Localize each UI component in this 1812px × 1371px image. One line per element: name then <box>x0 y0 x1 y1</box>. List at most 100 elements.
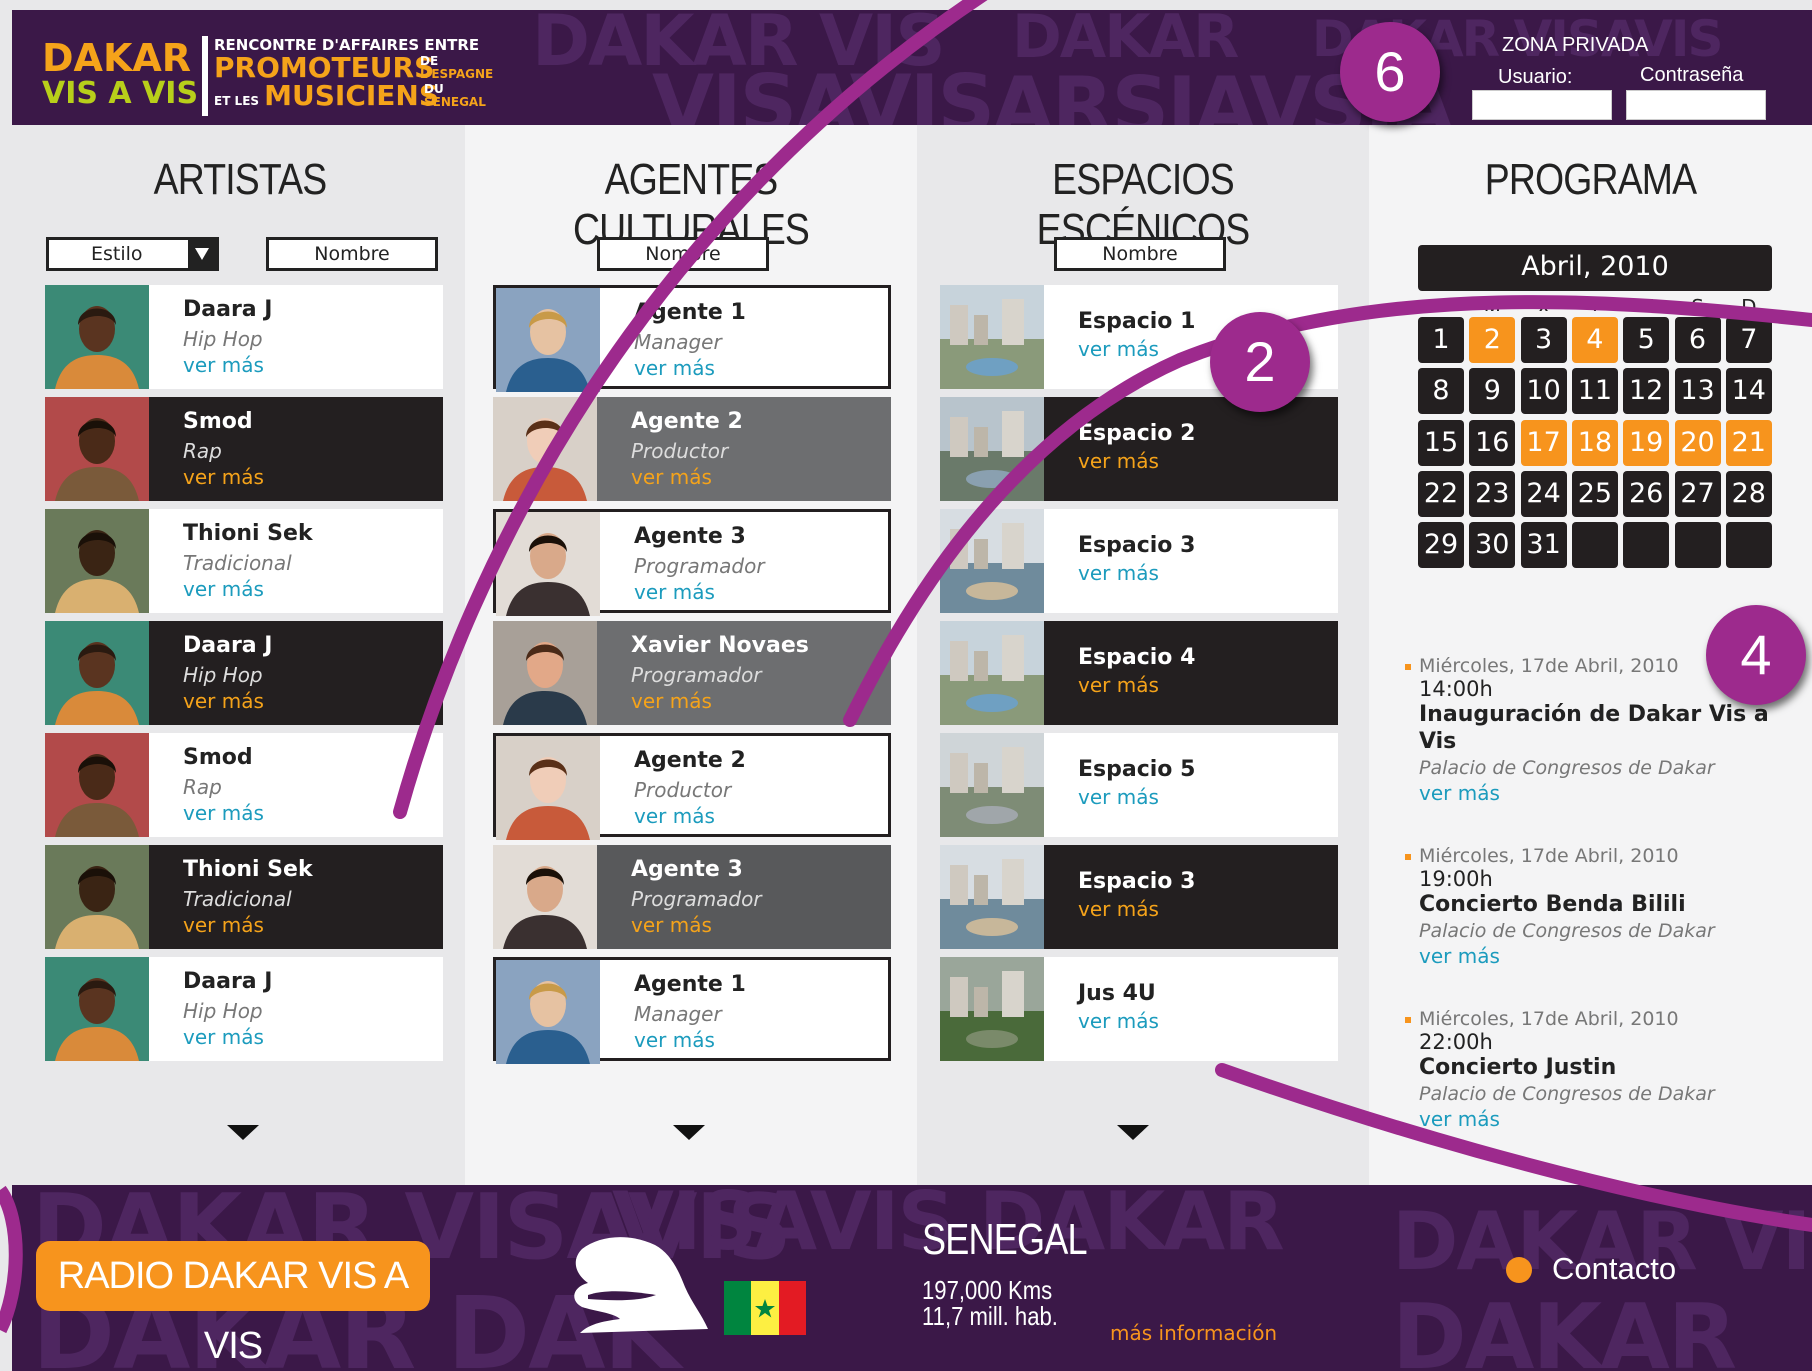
item-name[interactable]: Agente 1 <box>634 300 746 325</box>
ver-mas-link[interactable]: ver más <box>183 1025 264 1049</box>
agent-row[interactable]: Agente 3 Programador ver más <box>493 509 891 616</box>
item-name[interactable]: Smod <box>183 409 253 434</box>
venue-photo[interactable] <box>940 509 1044 613</box>
ver-mas-link[interactable]: ver más <box>1078 449 1159 473</box>
calendar-day[interactable]: 10 <box>1520 368 1567 415</box>
calendar-day[interactable]: 13 <box>1674 368 1721 415</box>
item-name[interactable]: Agente 3 <box>631 857 743 882</box>
calendar-day[interactable]: 8 <box>1418 368 1464 415</box>
agent-row[interactable]: Agente 2 Productor ver más <box>493 733 891 840</box>
artist-row[interactable]: Thioni Sek Tradicional ver más <box>45 509 443 613</box>
artist-photo[interactable] <box>45 509 149 613</box>
venue-photo[interactable] <box>940 285 1044 389</box>
ver-mas-link[interactable]: ver más <box>1078 897 1159 921</box>
ver-mas-link[interactable]: ver más <box>1078 785 1159 809</box>
venue-row[interactable]: Espacio 2 ver más <box>940 397 1338 501</box>
ver-mas-link[interactable]: ver más <box>631 465 712 489</box>
ver-mas-link[interactable]: ver más <box>1419 944 1799 968</box>
ver-mas-link[interactable]: ver más <box>1419 1107 1799 1131</box>
agent-photo[interactable] <box>496 960 600 1064</box>
artist-photo[interactable] <box>45 733 149 837</box>
calendar-month[interactable]: Abril, 2010 <box>1418 245 1772 291</box>
venue-row[interactable]: Espacio 3 ver más <box>940 509 1338 613</box>
calendar-day[interactable]: 7 <box>1725 317 1772 363</box>
calendar-day[interactable]: 9 <box>1469 368 1516 415</box>
artist-photo[interactable] <box>45 621 149 725</box>
artist-row[interactable]: Thioni Sek Tradicional ver más <box>45 845 443 949</box>
artist-row[interactable]: Smod Rap ver más <box>45 733 443 837</box>
ver-mas-link[interactable]: ver más <box>183 577 264 601</box>
venue-photo[interactable] <box>940 397 1044 501</box>
item-name[interactable]: Espacio 3 <box>1078 533 1195 558</box>
agent-photo[interactable] <box>496 512 600 616</box>
calendar-day[interactable]: 1 <box>1418 317 1464 363</box>
calendar-day[interactable]: 14 <box>1725 368 1772 415</box>
event-title[interactable]: Concierto Justin <box>1419 1054 1799 1081</box>
calendar-day[interactable]: 3 <box>1520 317 1567 363</box>
venue-row[interactable]: Jus 4U ver más <box>940 957 1338 1061</box>
calendar-day[interactable]: 24 <box>1520 470 1567 517</box>
ver-mas-link[interactable]: ver más <box>1078 561 1159 585</box>
radio-button[interactable]: RADIO DAKAR VIS A VIS <box>36 1241 430 1367</box>
artist-photo[interactable] <box>45 957 149 1061</box>
artist-photo[interactable] <box>45 285 149 389</box>
ver-mas-link[interactable]: ver más <box>183 689 264 713</box>
item-name[interactable]: Daara J <box>183 633 273 658</box>
agent-photo[interactable] <box>493 397 597 501</box>
calendar-day[interactable]: 4 <box>1571 317 1618 363</box>
item-name[interactable]: Espacio 5 <box>1078 757 1195 782</box>
agent-row[interactable]: Agente 3 Programador ver más <box>493 845 891 949</box>
scroll-down-icon[interactable] <box>673 1125 705 1140</box>
agent-photo[interactable] <box>493 845 597 949</box>
agents-name-filter[interactable]: Nombre <box>597 237 769 271</box>
artist-photo[interactable] <box>45 845 149 949</box>
contact-link[interactable]: Contacto <box>1552 1251 1676 1287</box>
item-name[interactable]: Thioni Sek <box>183 521 313 546</box>
item-name[interactable]: Espacio 1 <box>1078 309 1195 334</box>
venue-photo[interactable] <box>940 621 1044 725</box>
item-name[interactable]: Agente 2 <box>634 748 746 773</box>
style-filter-select[interactable]: Estilo <box>46 237 219 271</box>
calendar-day[interactable]: 31 <box>1520 522 1567 569</box>
artist-photo[interactable] <box>45 397 149 501</box>
venue-row[interactable]: Espacio 3 ver más <box>940 845 1338 949</box>
venue-photo[interactable] <box>940 957 1044 1061</box>
calendar-day[interactable]: 16 <box>1469 419 1516 466</box>
ver-mas-link[interactable]: ver más <box>631 913 712 937</box>
venue-photo[interactable] <box>940 733 1044 837</box>
calendar-day[interactable]: 6 <box>1674 317 1721 363</box>
agent-row[interactable]: Agente 1 Manager ver más <box>493 285 891 392</box>
item-name[interactable]: Agente 1 <box>634 972 746 997</box>
item-name[interactable]: Espacio 4 <box>1078 645 1195 670</box>
scroll-down-icon[interactable] <box>1117 1125 1149 1140</box>
item-name[interactable]: Xavier Novaes <box>631 633 809 658</box>
ver-mas-link[interactable]: ver más <box>183 465 264 489</box>
calendar-day[interactable]: 12 <box>1623 368 1670 415</box>
calendar-day[interactable]: 22 <box>1418 470 1464 517</box>
ver-mas-link[interactable]: ver más <box>1078 337 1159 361</box>
calendar-day[interactable]: 30 <box>1469 522 1516 569</box>
artist-row[interactable]: Daara J Hip Hop ver más <box>45 957 443 1061</box>
item-name[interactable]: Jus 4U <box>1078 981 1156 1006</box>
ver-mas-link[interactable]: ver más <box>1078 673 1159 697</box>
calendar-day[interactable]: 29 <box>1418 522 1464 569</box>
calendar-day[interactable]: 21 <box>1725 419 1772 466</box>
calendar-day[interactable]: 19 <box>1623 419 1670 466</box>
calendar-day[interactable]: 23 <box>1469 470 1516 517</box>
item-name[interactable]: Daara J <box>183 297 273 322</box>
user-input[interactable] <box>1472 90 1612 120</box>
calendar-day[interactable]: 5 <box>1623 317 1670 363</box>
agent-row[interactable]: Xavier Novaes Programador ver más <box>493 621 891 725</box>
ver-mas-link[interactable]: ver más <box>634 1028 715 1052</box>
more-info-link[interactable]: más información <box>1110 1321 1277 1345</box>
item-name[interactable]: Espacio 2 <box>1078 421 1195 446</box>
item-name[interactable]: Smod <box>183 745 253 770</box>
item-name[interactable]: Espacio 3 <box>1078 869 1195 894</box>
calendar-day[interactable]: 20 <box>1674 419 1721 466</box>
calendar-day[interactable]: 28 <box>1725 470 1772 517</box>
ver-mas-link[interactable]: ver más <box>1078 1009 1159 1033</box>
ver-mas-link[interactable]: ver más <box>183 801 264 825</box>
item-name[interactable]: Agente 3 <box>634 524 746 549</box>
item-name[interactable]: Thioni Sek <box>183 857 313 882</box>
venue-row[interactable]: Espacio 5 ver más <box>940 733 1338 837</box>
